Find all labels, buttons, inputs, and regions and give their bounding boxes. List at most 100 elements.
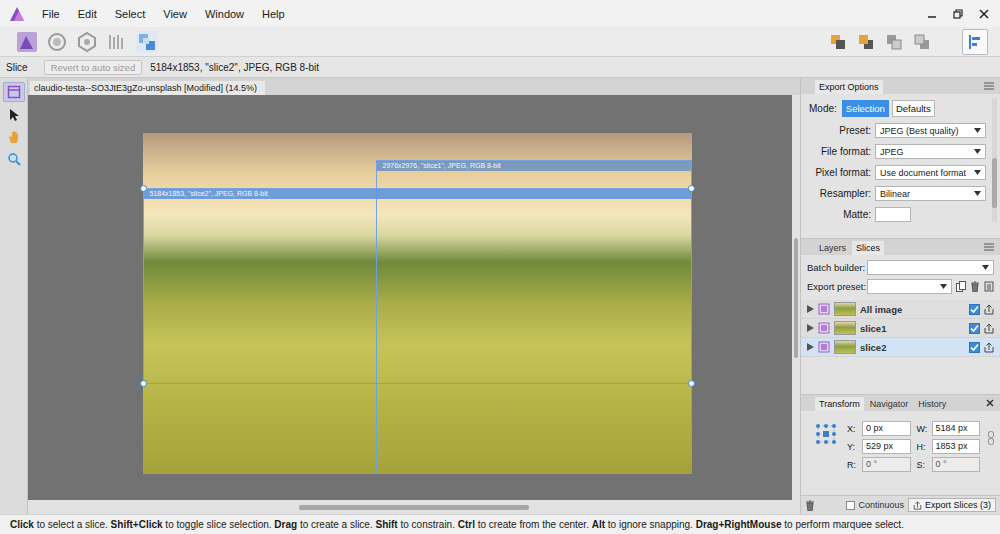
- pointer-tool[interactable]: [4, 106, 24, 124]
- transform-field: W:5184 px: [917, 421, 981, 436]
- field-label: Export preset:: [807, 281, 863, 292]
- checkbox-label: Continuous: [858, 500, 904, 510]
- horizontal-scrollbar[interactable]: [28, 500, 800, 514]
- zoom-tool[interactable]: [4, 150, 24, 168]
- dropdown-arrow-icon: [940, 284, 947, 289]
- export-field: Pixel format:Use document format: [809, 165, 986, 180]
- close-icon[interactable]: [978, 8, 990, 20]
- batch-builder-dropdown[interactable]: [867, 260, 994, 275]
- export-persona-icon[interactable]: [136, 31, 158, 53]
- export-checkbox[interactable]: [969, 342, 980, 353]
- preset-menu-icon[interactable]: [984, 281, 994, 292]
- panel-menu-icon[interactable]: [984, 82, 994, 90]
- slice-row[interactable]: All image: [801, 300, 1000, 319]
- align-icon[interactable]: [962, 29, 988, 55]
- number-input[interactable]: 0 °: [932, 457, 981, 472]
- restore-icon[interactable]: [952, 8, 964, 20]
- minimize-icon[interactable]: [926, 8, 938, 20]
- delete-preset-icon[interactable]: [970, 281, 980, 292]
- slice-row[interactable]: slice1: [801, 319, 1000, 338]
- dropdown-value: Bilinear: [880, 189, 910, 199]
- number-input[interactable]: 529 px: [862, 439, 911, 454]
- export-footer: Continuous Export Slices (3): [801, 496, 1000, 514]
- arrange-backward-icon[interactable]: [856, 32, 876, 52]
- export-slice-icon[interactable]: [984, 304, 994, 315]
- number-input[interactable]: 1853 px: [932, 439, 981, 454]
- arrange-front-icon[interactable]: [912, 32, 932, 52]
- panel-tab[interactable]: Navigator: [866, 397, 913, 411]
- menu-item[interactable]: File: [42, 8, 60, 20]
- toolbar: [0, 27, 1000, 57]
- export-slice-icon[interactable]: [984, 342, 994, 353]
- dropdown-arrow-icon: [982, 265, 989, 270]
- number-input[interactable]: 5184 px: [932, 421, 981, 436]
- mode-option[interactable]: Selection: [842, 100, 889, 117]
- develop-persona-icon[interactable]: [76, 31, 98, 53]
- dropdown[interactable]: JPEG: [875, 144, 986, 159]
- menu-item[interactable]: Edit: [78, 8, 97, 20]
- panel-tab[interactable]: Layers: [815, 241, 850, 255]
- link-icon[interactable]: [988, 431, 994, 445]
- dropdown[interactable]: Bilinear: [875, 186, 986, 201]
- slice-icon: [818, 341, 830, 353]
- expand-icon[interactable]: [807, 324, 814, 332]
- slice-box[interactable]: 5184x1853, "slice2", JPEG, RGB 8-bit: [143, 188, 692, 384]
- dropdown[interactable]: Use document format: [875, 165, 986, 180]
- field-label: Preset:: [809, 125, 871, 136]
- close-panel-icon[interactable]: [986, 399, 994, 407]
- status-text: Shift: [375, 519, 397, 530]
- continuous-checkbox[interactable]: Continuous: [846, 500, 904, 510]
- export-preset-dropdown[interactable]: [867, 279, 952, 294]
- photo-persona-icon[interactable]: [16, 31, 38, 53]
- export-slice-icon[interactable]: [984, 323, 994, 334]
- document-tab[interactable]: claudio-testa--SO3JtE3gZo-unsplash [Modi…: [30, 81, 265, 95]
- anchor-point-icon[interactable]: [813, 421, 839, 447]
- slice-tool[interactable]: [3, 82, 25, 102]
- menu-item[interactable]: Select: [115, 8, 146, 20]
- panel-tab[interactable]: Export Options: [815, 80, 883, 94]
- panel-tab[interactable]: Transform: [815, 397, 864, 411]
- matte-swatch[interactable]: [875, 207, 911, 222]
- canvas[interactable]: 2976x2976, "slice1", JPEG, RGB 8-bit5184…: [28, 95, 792, 500]
- export-icon: [913, 501, 922, 510]
- resize-handle[interactable]: [688, 185, 695, 192]
- export-slices-button[interactable]: Export Slices (3): [908, 498, 996, 512]
- panel-tab[interactable]: History: [914, 397, 950, 411]
- expand-icon[interactable]: [807, 343, 814, 351]
- resize-handle[interactable]: [140, 380, 147, 387]
- resize-handle[interactable]: [140, 185, 147, 192]
- check-icon: [970, 305, 979, 314]
- dropdown-arrow-icon: [974, 149, 981, 154]
- menu-item[interactable]: Window: [205, 8, 244, 20]
- trash-icon[interactable]: [805, 500, 815, 511]
- menu-item[interactable]: Help: [262, 8, 285, 20]
- arrange-back-icon[interactable]: [828, 32, 848, 52]
- title-bar: File Edit Select View Window Help: [0, 0, 1000, 27]
- slice-list: All imageslice1slice2: [801, 300, 1000, 357]
- number-input[interactable]: 0 °: [862, 457, 911, 472]
- context-toolbar: SliceRevert to auto sized5184x1853, "sli…: [0, 57, 1000, 78]
- resize-handle[interactable]: [688, 380, 695, 387]
- dropdown[interactable]: JPEG (Best quality): [875, 123, 986, 138]
- slice-row[interactable]: slice2: [801, 338, 1000, 357]
- panel-tab[interactable]: Slices: [852, 241, 884, 255]
- dropdown-arrow-icon: [974, 128, 981, 133]
- panel-menu-icon[interactable]: [984, 243, 994, 251]
- export-field: Preset: JPEG (Best quality): [809, 123, 986, 138]
- export-field: Resampler:Bilinear: [809, 186, 986, 201]
- arrange-forward-icon[interactable]: [884, 32, 904, 52]
- revert-button[interactable]: Revert to auto sized: [44, 60, 143, 75]
- expand-icon[interactable]: [807, 305, 814, 313]
- mode-option[interactable]: Defaults: [892, 100, 935, 117]
- status-text: to toggle slice selection.: [163, 519, 275, 530]
- number-input[interactable]: 0 px: [862, 421, 911, 436]
- export-checkbox[interactable]: [969, 323, 980, 334]
- hand-tool[interactable]: [4, 128, 24, 146]
- menu-item[interactable]: View: [163, 8, 187, 20]
- copy-preset-icon[interactable]: [956, 281, 966, 292]
- liquify-persona-icon[interactable]: [46, 31, 68, 53]
- export-checkbox[interactable]: [969, 304, 980, 315]
- tone-mapping-persona-icon[interactable]: [106, 31, 128, 53]
- vertical-scrollbar[interactable]: [792, 95, 800, 500]
- slice-box[interactable]: 2976x2976, "slice1", JPEG, RGB 8-bit: [376, 160, 692, 474]
